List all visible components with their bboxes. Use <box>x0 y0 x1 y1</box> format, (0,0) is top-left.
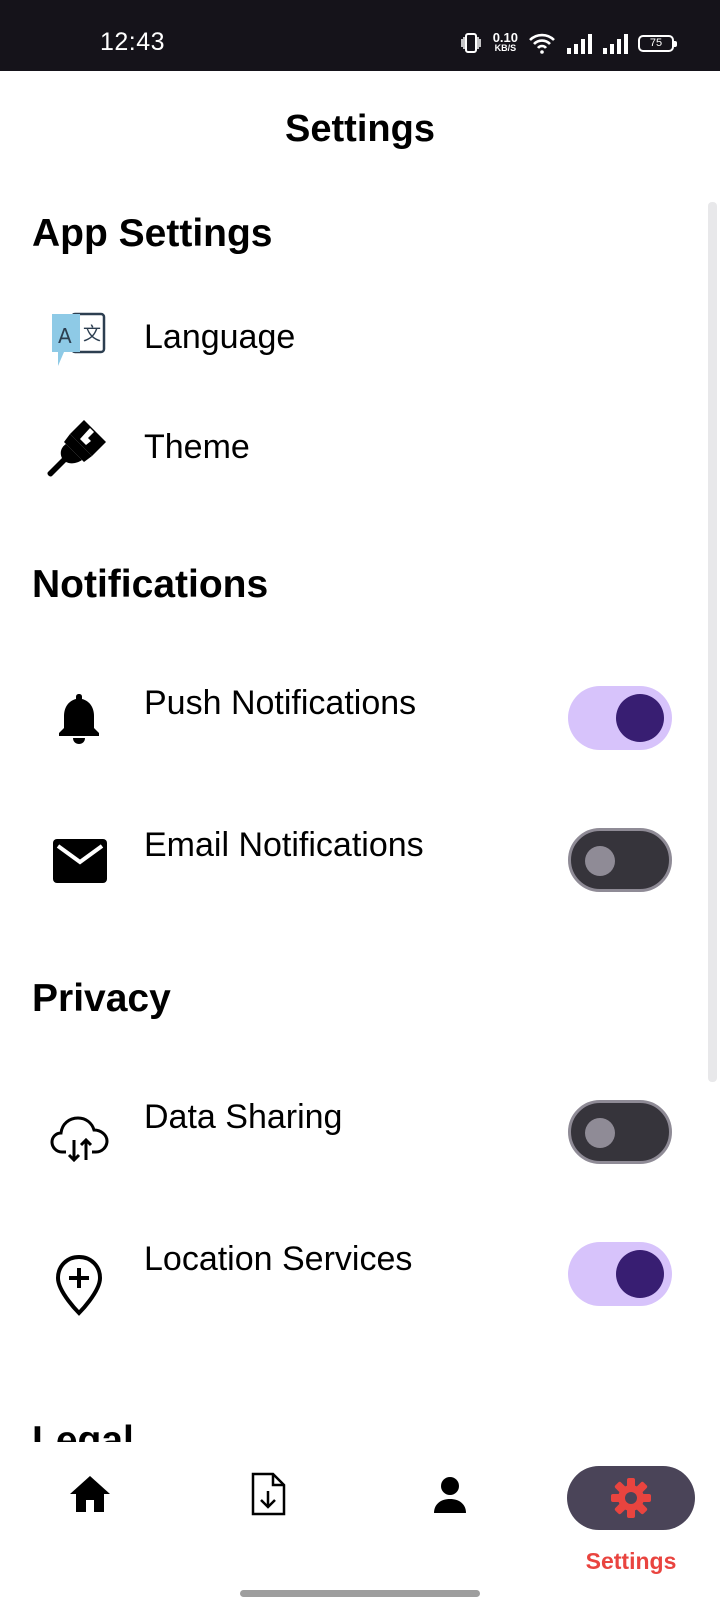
push-notifications-toggle[interactable] <box>568 686 672 750</box>
toggle-knob <box>616 1250 664 1298</box>
toggle-knob <box>616 694 664 742</box>
status-icons: 0.10 KB/S 75 <box>459 30 677 56</box>
home-indicator[interactable] <box>240 1590 480 1597</box>
nav-settings[interactable] <box>567 1466 695 1530</box>
scrollbar[interactable] <box>708 202 717 1082</box>
section-title-legal: Legal <box>32 1419 134 1442</box>
email-notifications-toggle[interactable] <box>568 828 672 892</box>
page-title: Settings <box>285 108 435 150</box>
cloud-sync-icon <box>50 1114 110 1164</box>
gear-icon <box>611 1478 651 1518</box>
nav-settings-label[interactable]: Settings <box>565 1548 697 1575</box>
email-notifications-label: Email Notifications <box>144 826 424 864</box>
signal-icon-2 <box>603 34 628 54</box>
nav-downloads[interactable] <box>246 1468 290 1520</box>
wifi-icon <box>529 33 555 54</box>
mail-icon <box>52 838 108 884</box>
nav-home[interactable] <box>66 1470 114 1518</box>
person-icon <box>434 1477 466 1513</box>
toggle-knob <box>585 846 615 876</box>
toggle-knob <box>585 1118 615 1148</box>
vibrate-icon <box>460 33 481 53</box>
language-setting[interactable]: Language <box>144 318 295 357</box>
battery-indicator: 75 <box>638 34 677 52</box>
status-bar: 12:43 0.10 KB/S 75 <box>0 0 720 71</box>
network-speed-value: 0.10 <box>492 30 518 45</box>
home-icon <box>70 1476 110 1512</box>
svg-text:文: 文 <box>83 324 101 345</box>
location-services-label: Location Services <box>144 1240 413 1278</box>
add-location-icon <box>54 1254 104 1316</box>
paint-brush-icon <box>46 414 112 480</box>
translate-icon: A 文 <box>50 310 108 368</box>
signal-icon <box>567 34 592 54</box>
section-title-notifications: Notifications <box>32 563 269 606</box>
theme-setting[interactable]: Theme <box>144 428 250 467</box>
data-sharing-label: Data Sharing <box>144 1098 343 1136</box>
nav-profile[interactable] <box>426 1472 474 1518</box>
section-title-app-settings: App Settings <box>32 212 273 255</box>
bell-icon <box>54 690 104 744</box>
network-speed-unit: KB/S <box>494 43 517 53</box>
svg-text:A: A <box>58 324 72 348</box>
status-time: 12:43 <box>100 28 166 56</box>
section-title-privacy: Privacy <box>32 977 171 1020</box>
network-speed: 0.10 KB/S <box>492 30 518 54</box>
section-title-legal-container: Legal <box>32 1412 332 1442</box>
location-services-toggle[interactable] <box>568 1242 672 1306</box>
push-notifications-label: Push Notifications <box>144 684 417 722</box>
data-sharing-toggle[interactable] <box>568 1100 672 1164</box>
download-file-icon <box>251 1472 286 1516</box>
